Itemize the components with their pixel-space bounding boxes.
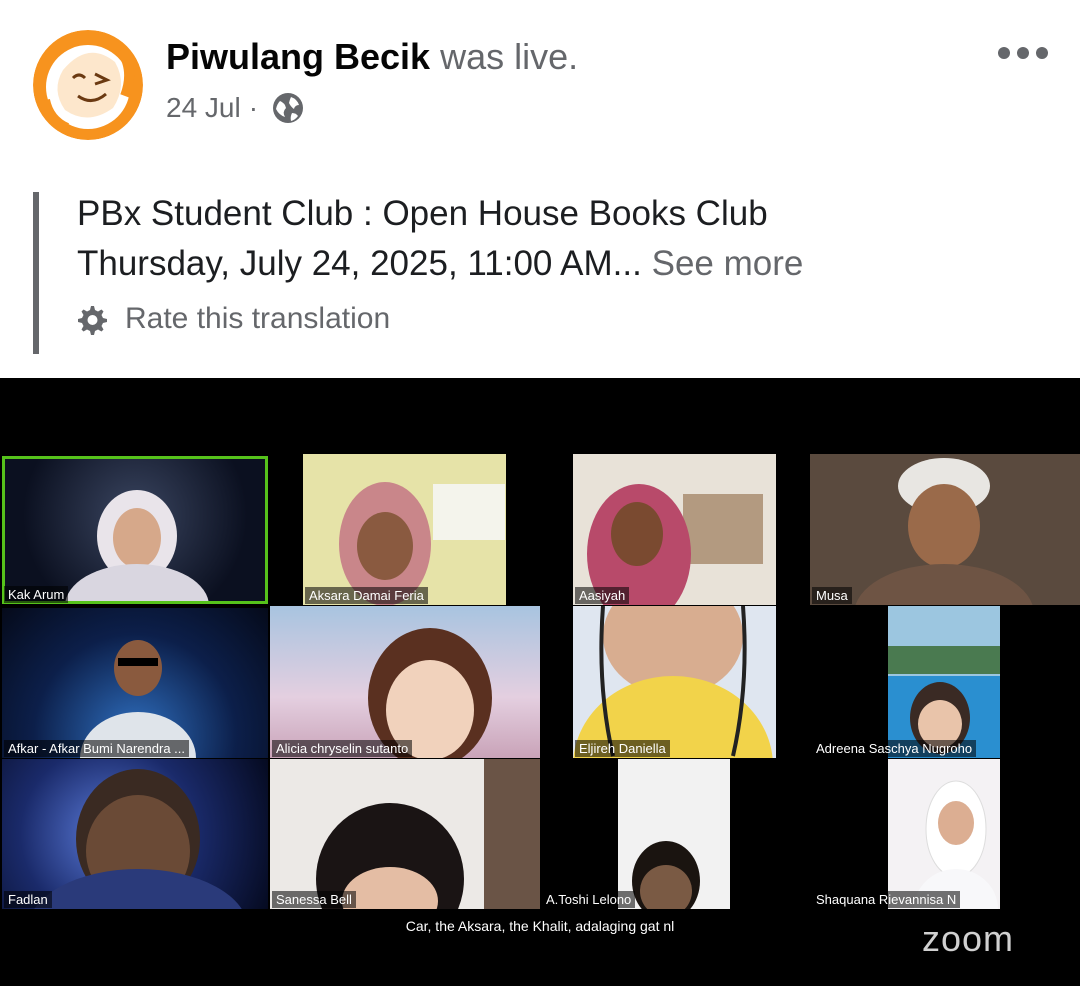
live-video[interactable]: Kak Arum Aksara Damai Feria Aasiyah Musa… [0,378,1080,986]
video-tile[interactable]: Eljireh Daniella [573,606,776,758]
video-tile[interactable]: Aksara Damai Feria [303,454,506,605]
live-caption: Car, the Aksara, the Khalit, adalaging g… [405,918,675,934]
participant-name: Sanessa Bell [272,891,356,908]
participant-name: A.Toshi Lelono [542,891,636,908]
participant-name: Aasiyah [575,587,630,604]
page-title[interactable]: Piwulang Becik was live. [166,36,578,78]
participant-name: Fadlan [4,891,52,908]
see-more-link[interactable]: See more [652,244,804,283]
live-status-text: was live. [440,36,579,77]
post-date-line: Thursday, July 24, 2025, 11:00 AM... See… [77,244,803,284]
participant-name: Aksara Damai Feria [305,587,428,604]
post-date-text: Thursday, July 24, 2025, 11:00 AM... [77,244,642,283]
post-date[interactable]: 24 Jul [166,92,241,124]
post-title-line: PBx Student Club : Open House Books Club [77,194,768,233]
participant-name: Afkar - Afkar Bumi Narendra ... [4,740,190,757]
page-name-link[interactable]: Piwulang Becik [166,36,430,77]
participant-name: Adreena Saschya Nugroho [812,740,977,757]
participant-name: Shaquana Rievannisa N [812,891,961,908]
zoom-logo: zoom [922,918,1015,959]
participant-name: Musa [812,587,852,604]
rate-translation-label: Rate this translation [125,302,391,335]
video-tile[interactable]: Adreena Saschya Nugroho [810,606,1080,758]
post-meta: 24 Jul · [166,92,304,124]
post-text-block: PBx Student Club : Open House Books Club… [33,192,1039,354]
meta-separator: · [248,92,259,123]
video-tile[interactable]: Kak Arum [2,456,268,604]
participant-name: Kak Arum [4,586,69,603]
globe-icon[interactable] [272,92,304,124]
participant-name: Alicia chryselin sutanto [272,740,413,757]
page-avatar[interactable] [33,30,143,140]
gear-icon [78,306,107,335]
video-tile[interactable]: Alicia chryselin sutanto [270,606,540,758]
video-tile[interactable]: Afkar - Afkar Bumi Narendra ... [2,608,268,758]
more-options-icon[interactable] [998,44,1054,62]
video-tile[interactable]: A.Toshi Lelono [540,759,732,909]
video-tile[interactable]: Sanessa Bell [270,759,540,909]
video-tile[interactable]: Shaquana Rievannisa N [810,759,1080,909]
post-header: Piwulang Becik was live. 24 Jul · [0,0,1080,150]
participant-name: Eljireh Daniella [575,740,670,757]
rate-translation-button[interactable]: Rate this translation [75,302,390,336]
video-tile[interactable]: Musa [810,454,1080,605]
video-tile[interactable]: Aasiyah [573,454,776,605]
video-tile[interactable]: Fadlan [2,759,268,909]
avatar-logo-icon [33,30,143,140]
